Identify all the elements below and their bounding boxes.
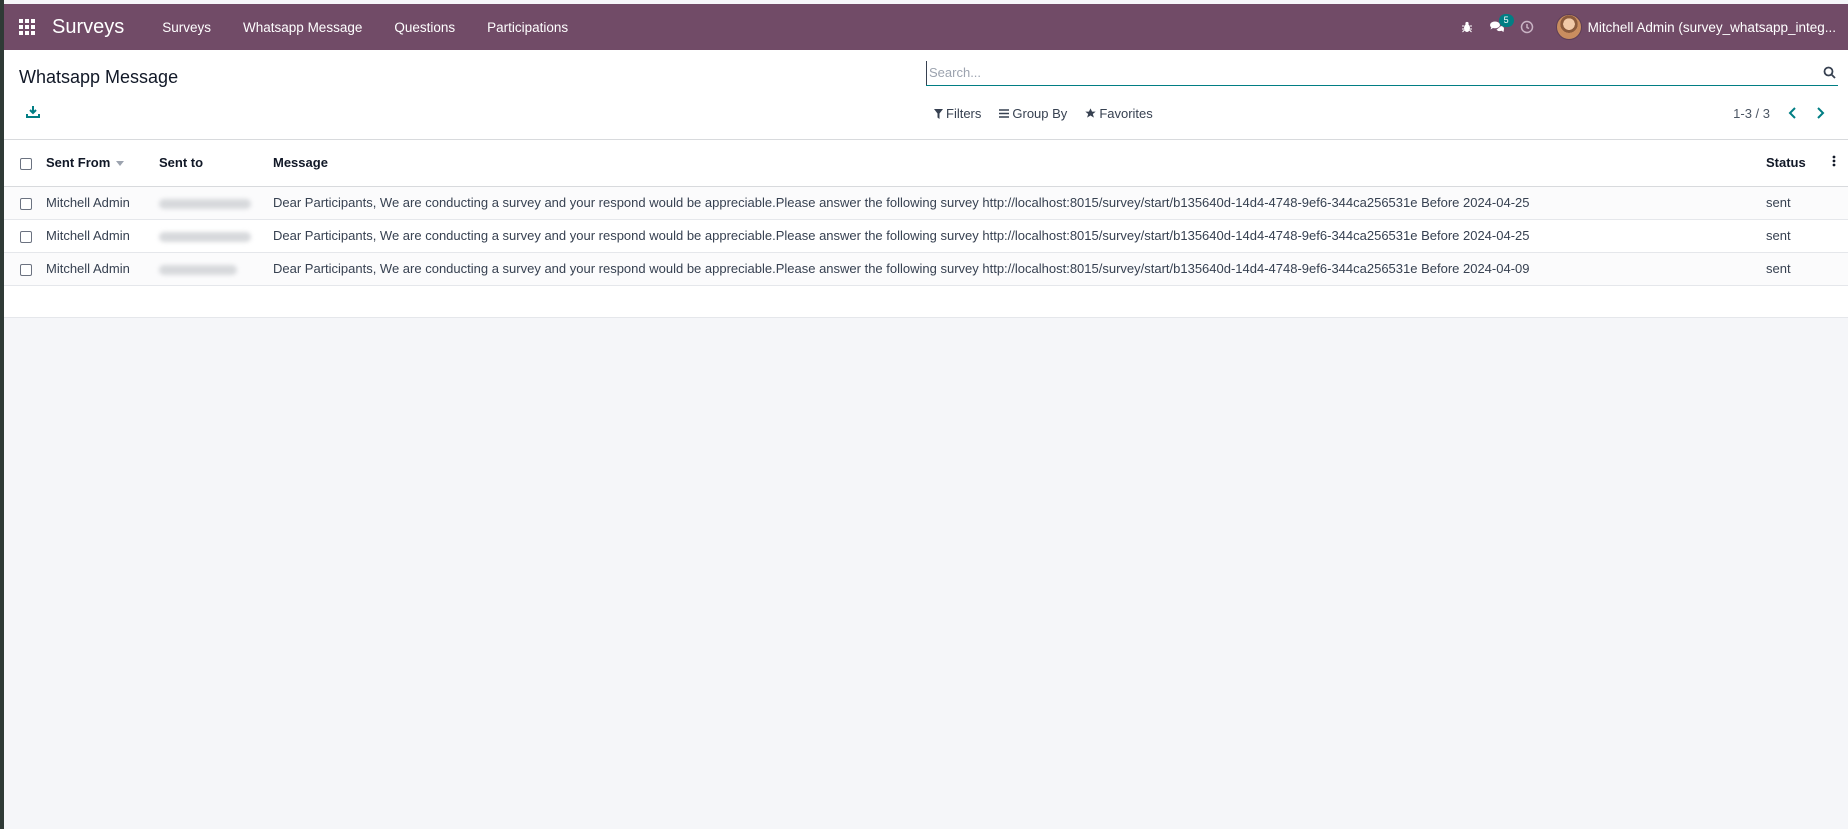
column-header-status-label: Status: [1766, 155, 1806, 171]
user-avatar: [1555, 14, 1582, 40]
group-by-label: Group By: [1012, 106, 1068, 121]
activity-clock-icon[interactable]: [1512, 4, 1542, 50]
select-all-checkbox[interactable]: [20, 157, 32, 170]
redacted-phone-number: [159, 231, 251, 242]
group-by-bars-icon: [999, 109, 1010, 118]
optional-columns-kebab-icon[interactable]: [1832, 140, 1848, 186]
cell-message: Dear Participants, We are conducting a s…: [273, 195, 1530, 210]
row-select-cell: [4, 186, 46, 219]
debug-bug-icon[interactable]: [1452, 4, 1482, 50]
cell-empty: [1832, 252, 1848, 285]
page-title: Whatsapp Message: [19, 67, 179, 87]
main-navbar: Surveys Surveys Whatsapp Message Questio…: [4, 4, 1848, 50]
favorites-label: Favorites: [1099, 106, 1153, 121]
pager-next-icon[interactable]: [1812, 104, 1828, 122]
row-checkbox[interactable]: [20, 230, 32, 243]
table-header-row: Sent From Sent to Message Status: [4, 140, 1848, 186]
cell-sent-from: Mitchell Admin: [46, 195, 130, 210]
pager-previous-icon[interactable]: [1784, 104, 1800, 122]
row-checkbox[interactable]: [20, 263, 32, 276]
cell-sent-to: [159, 186, 273, 219]
cell-status: sent: [1766, 261, 1791, 276]
row-checkbox[interactable]: [20, 197, 32, 210]
cell-message: Dear Participants, We are conducting a s…: [273, 261, 1530, 276]
cell-sent-to: [159, 252, 273, 285]
favorites-star-icon: [1085, 108, 1096, 118]
column-header-status[interactable]: Status: [1766, 140, 1832, 186]
control-panel: Whatsapp Message Filters Group By Favori…: [4, 50, 1848, 140]
cell-empty: [1832, 219, 1848, 252]
filter-funnel-icon: [934, 108, 943, 119]
export-download-icon[interactable]: [26, 105, 42, 121]
column-header-message[interactable]: Message: [273, 140, 1766, 186]
empty-filler-row: [4, 285, 1848, 317]
favorites-button[interactable]: Favorites: [1085, 106, 1153, 121]
filters-label: Filters: [946, 106, 982, 121]
column-header-sent-to[interactable]: Sent to: [159, 140, 273, 186]
cell-message: Dear Participants, We are conducting a s…: [273, 228, 1530, 243]
redacted-phone-number: [159, 198, 251, 209]
search-icon[interactable]: [1820, 64, 1838, 82]
column-header-sent-from[interactable]: Sent From: [46, 140, 159, 186]
menu-item-surveys[interactable]: Surveys: [146, 4, 227, 50]
search-input[interactable]: [926, 60, 1820, 85]
column-header-sent-to-label: Sent to: [159, 155, 204, 171]
row-select-cell: [4, 252, 46, 285]
row-select-cell: [4, 219, 46, 252]
cell-sent-to: [159, 219, 273, 252]
systray: 5 Mitchell Admin (survey_whatsapp_integ.…: [1452, 4, 1848, 50]
table-row[interactable]: Mitchell Admin Dear Participants, We are…: [4, 186, 1848, 219]
messages-chat-icon[interactable]: 5: [1482, 4, 1514, 50]
top-menu: Surveys Whatsapp Message Questions Parti…: [146, 4, 584, 50]
menu-item-participations[interactable]: Participations: [471, 4, 584, 50]
search-bar: [926, 60, 1838, 86]
cell-sent-from: Mitchell Admin: [46, 228, 130, 243]
column-header-sent-from-label: Sent From: [46, 155, 111, 171]
filters-button[interactable]: Filters: [934, 106, 981, 121]
sort-caret-icon: [116, 161, 125, 167]
cell-status: sent: [1766, 228, 1791, 243]
menu-item-whatsapp-message[interactable]: Whatsapp Message: [227, 4, 378, 50]
table-row[interactable]: Mitchell Admin Dear Participants, We are…: [4, 219, 1848, 252]
group-by-button[interactable]: Group By: [999, 106, 1067, 121]
app-menu-grid-icon[interactable]: [4, 4, 50, 50]
messages-table: Sent From Sent to Message Status Mitchel…: [4, 140, 1848, 318]
list-view: Sent From Sent to Message Status Mitchel…: [4, 140, 1848, 318]
pager-value[interactable]: 1-3 / 3: [1733, 106, 1770, 121]
search-options: Filters Group By Favorites: [934, 106, 1153, 121]
cell-sent-from: Mitchell Admin: [46, 261, 130, 276]
select-all-cell: [4, 140, 46, 186]
app-brand[interactable]: Surveys: [52, 16, 124, 39]
table-row[interactable]: Mitchell Admin Dear Participants, We are…: [4, 252, 1848, 285]
user-menu[interactable]: Mitchell Admin (survey_whatsapp_integ...: [1542, 4, 1848, 50]
column-header-message-label: Message: [273, 155, 328, 171]
menu-item-questions[interactable]: Questions: [378, 4, 471, 50]
redacted-phone-number: [159, 264, 237, 275]
user-name: Mitchell Admin (survey_whatsapp_integ...: [1587, 19, 1836, 35]
cell-status: sent: [1766, 195, 1791, 210]
cell-empty: [1832, 186, 1848, 219]
app-frame: Surveys Surveys Whatsapp Message Questio…: [4, 4, 1848, 829]
